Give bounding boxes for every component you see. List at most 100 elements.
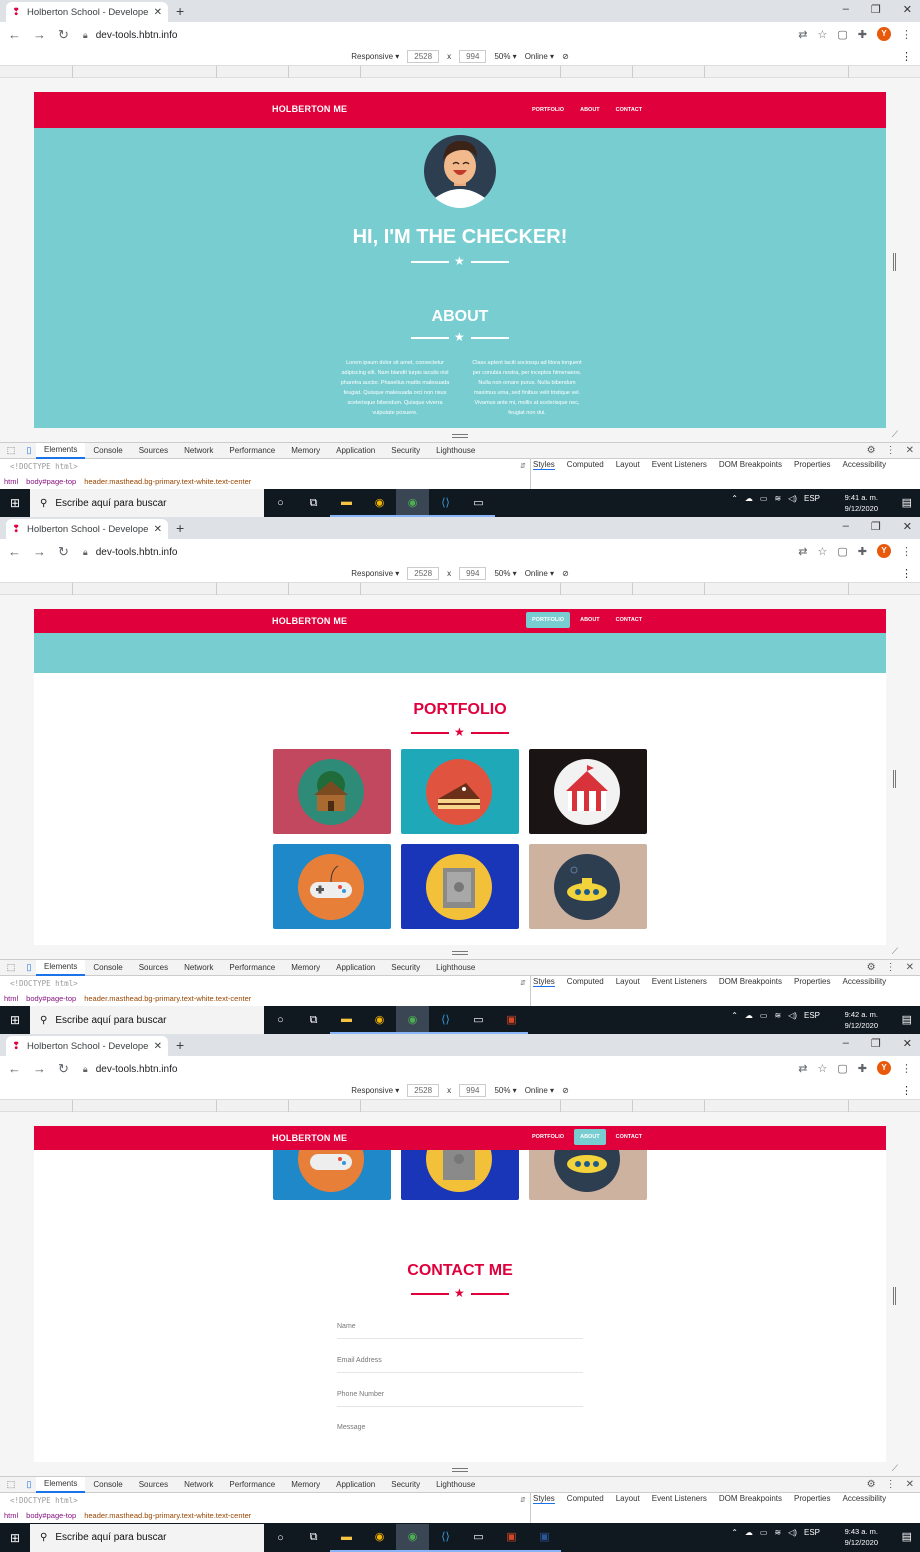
message-field[interactable]: Message bbox=[337, 1424, 583, 1439]
tab-console[interactable]: Console bbox=[85, 963, 130, 972]
tab-dom-breakpoints[interactable]: DOM Breakpoints bbox=[719, 460, 782, 470]
tab-performance[interactable]: Performance bbox=[221, 446, 283, 455]
extension-icon[interactable]: ▢ bbox=[837, 28, 847, 41]
crumb-html[interactable]: html bbox=[4, 477, 18, 486]
rotate-icon[interactable]: ⊘ bbox=[562, 1086, 569, 1095]
puzzle-icon[interactable]: ✚ bbox=[858, 1062, 867, 1075]
site-brand[interactable]: HOLBERTON ME bbox=[272, 616, 347, 626]
device-menu-icon[interactable]: ⋮ bbox=[901, 567, 912, 580]
windows-start-icon[interactable]: ⊞ bbox=[0, 1531, 30, 1545]
tab-accessibility[interactable]: Accessibility bbox=[843, 460, 887, 470]
chrome-icon[interactable]: ◉ bbox=[396, 489, 429, 517]
close-window-icon[interactable]: ✕ bbox=[903, 1037, 912, 1050]
tab-styles[interactable]: Styles bbox=[533, 977, 555, 987]
close-devtools-icon[interactable]: ✕ bbox=[906, 1479, 914, 1490]
chevron-up-icon[interactable]: ⌃ bbox=[731, 1528, 738, 1537]
portfolio-item-submarine[interactable] bbox=[529, 844, 647, 929]
file-explorer-icon[interactable]: ▬ bbox=[330, 489, 363, 517]
throttle-select[interactable]: Online ▾ bbox=[525, 52, 554, 61]
tab-network[interactable]: Network bbox=[176, 963, 221, 972]
translate-icon[interactable]: ⇄ bbox=[798, 28, 807, 41]
close-tab-icon[interactable]: ✕ bbox=[154, 1041, 162, 1052]
vscode-icon[interactable]: ⟨⟩ bbox=[429, 1524, 462, 1552]
site-brand[interactable]: HOLBERTON ME bbox=[272, 104, 347, 114]
rotate-icon[interactable]: ⊘ bbox=[562, 569, 569, 578]
profile-avatar[interactable]: Y bbox=[877, 1061, 891, 1075]
resize-corner-icon[interactable]: ⟋ bbox=[892, 1463, 898, 1474]
tab-styles[interactable]: Styles bbox=[533, 460, 555, 470]
crumb-header[interactable]: header.masthead.bg-primary.text-white.te… bbox=[84, 1511, 251, 1520]
height-input[interactable]: 994 bbox=[459, 1084, 487, 1097]
portfolio-item-cabin[interactable] bbox=[273, 749, 391, 834]
tab-application[interactable]: Application bbox=[328, 963, 383, 972]
tab-security[interactable]: Security bbox=[383, 963, 428, 972]
tab-properties[interactable]: Properties bbox=[794, 1494, 830, 1504]
windows-start-icon[interactable]: ⊞ bbox=[0, 496, 30, 510]
device-mode-select[interactable]: Responsive ▾ bbox=[351, 569, 399, 578]
tab-memory[interactable]: Memory bbox=[283, 446, 328, 455]
tab-security[interactable]: Security bbox=[383, 446, 428, 455]
vscode-icon[interactable]: ⟨⟩ bbox=[429, 489, 462, 517]
nav-contact[interactable]: CONTACT bbox=[610, 612, 648, 628]
devtools-menu-icon[interactable]: ⋮ bbox=[886, 445, 896, 456]
extension-icon[interactable]: ▢ bbox=[837, 545, 847, 558]
tab-network[interactable]: Network bbox=[176, 446, 221, 455]
clock[interactable]: 9:43 a. m. 9/12/2020 bbox=[845, 1526, 878, 1548]
width-input[interactable]: 2528 bbox=[407, 567, 440, 580]
notifications-icon[interactable]: ▤ bbox=[902, 1530, 912, 1543]
terminal-icon[interactable]: ▭ bbox=[462, 489, 495, 517]
chrome-canary-icon[interactable]: ◉ bbox=[363, 1524, 396, 1552]
height-input[interactable]: 994 bbox=[459, 50, 487, 63]
cortana-icon[interactable]: ○ bbox=[264, 1006, 297, 1034]
site-brand[interactable]: HOLBERTON ME bbox=[272, 1133, 347, 1143]
nav-portfolio[interactable]: PORTFOLIO bbox=[526, 1129, 570, 1145]
windows-start-icon[interactable]: ⊞ bbox=[0, 1013, 30, 1027]
scroll-arrows-icon[interactable]: ⇵ bbox=[520, 1496, 526, 1504]
reload-icon[interactable]: ↻ bbox=[58, 1061, 69, 1077]
inspect-icon[interactable]: ⬚ bbox=[4, 445, 18, 456]
devtools-menu-icon[interactable]: ⋮ bbox=[886, 962, 896, 973]
close-window-icon[interactable]: ✕ bbox=[903, 3, 912, 16]
profile-avatar[interactable]: Y bbox=[877, 544, 891, 558]
tab-event-listeners[interactable]: Event Listeners bbox=[652, 1494, 707, 1504]
settings-gear-icon[interactable]: ⚙ bbox=[867, 962, 876, 973]
task-view-icon[interactable]: ⧉ bbox=[297, 489, 330, 517]
tab-lighthouse[interactable]: Lighthouse bbox=[428, 1480, 483, 1489]
browser-tab[interactable]: ❢ Holberton School - Developer to ✕ bbox=[6, 519, 168, 539]
tab-layout[interactable]: Layout bbox=[616, 977, 640, 987]
devtools-menu-icon[interactable]: ⋮ bbox=[886, 1479, 896, 1490]
tab-dom-breakpoints[interactable]: DOM Breakpoints bbox=[719, 977, 782, 987]
nav-contact[interactable]: CONTACT bbox=[610, 1129, 648, 1145]
file-explorer-icon[interactable]: ▬ bbox=[330, 1006, 363, 1034]
profile-avatar[interactable]: Y bbox=[877, 27, 891, 41]
tab-lighthouse[interactable]: Lighthouse bbox=[428, 963, 483, 972]
forward-icon[interactable]: → bbox=[33, 1061, 46, 1077]
bookmark-star-icon[interactable]: ☆ bbox=[818, 545, 828, 558]
battery-icon[interactable]: ▭ bbox=[760, 494, 768, 503]
crumb-header[interactable]: header.masthead.bg-primary.text-white.te… bbox=[84, 477, 251, 486]
close-devtools-icon[interactable]: ✕ bbox=[906, 962, 914, 973]
inspect-icon[interactable]: ⬚ bbox=[4, 1479, 18, 1490]
portfolio-item-circus[interactable] bbox=[529, 749, 647, 834]
powerpoint-icon[interactable]: ▣ bbox=[495, 1524, 528, 1552]
tab-accessibility[interactable]: Accessibility bbox=[843, 977, 887, 987]
close-window-icon[interactable]: ✕ bbox=[903, 520, 912, 533]
battery-icon[interactable]: ▭ bbox=[760, 1011, 768, 1020]
resize-handle-right[interactable] bbox=[893, 253, 896, 271]
tab-sources[interactable]: Sources bbox=[131, 963, 176, 972]
crumb-body[interactable]: body#page-top bbox=[26, 477, 76, 486]
taskbar-search[interactable]: ⚲ Escribe aquí para buscar bbox=[30, 1523, 264, 1552]
nav-about[interactable]: ABOUT bbox=[574, 1129, 606, 1145]
new-tab-icon[interactable]: + bbox=[176, 520, 184, 536]
resize-handle-right[interactable] bbox=[893, 1287, 896, 1305]
tab-computed[interactable]: Computed bbox=[567, 460, 604, 470]
tab-memory[interactable]: Memory bbox=[283, 963, 328, 972]
width-input[interactable]: 2528 bbox=[407, 50, 440, 63]
resize-handle-bottom[interactable] bbox=[452, 434, 468, 438]
tab-elements[interactable]: Elements bbox=[36, 1476, 86, 1493]
zoom-select[interactable]: 50% ▾ bbox=[494, 52, 516, 61]
chevron-up-icon[interactable]: ⌃ bbox=[731, 494, 738, 503]
language-indicator[interactable]: ESP bbox=[804, 1528, 820, 1537]
restore-icon[interactable]: ❐ bbox=[871, 1037, 881, 1050]
menu-kebab-icon[interactable]: ⋮ bbox=[901, 545, 912, 558]
